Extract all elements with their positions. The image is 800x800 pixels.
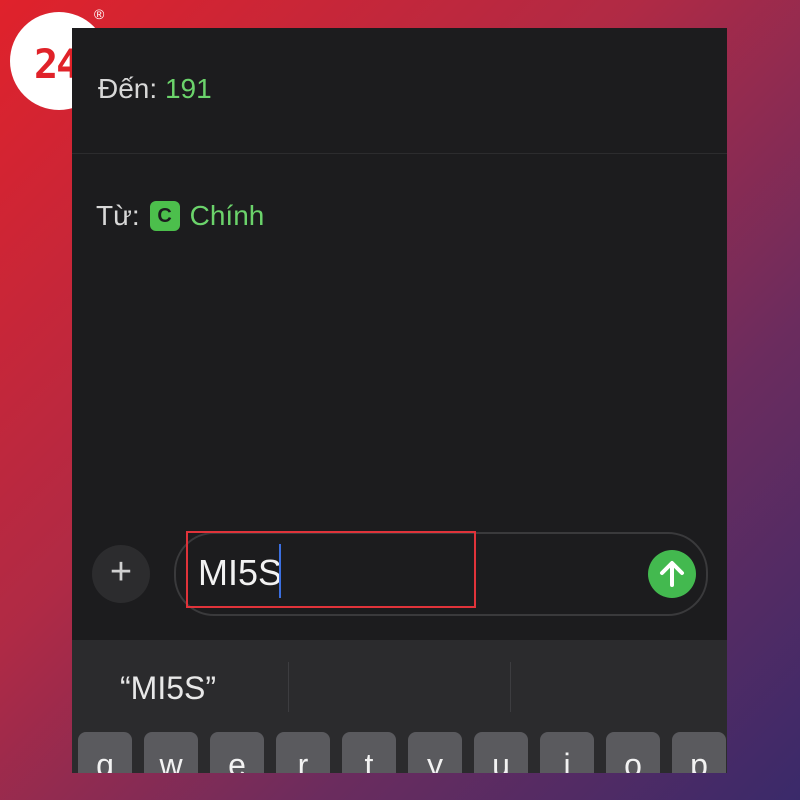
message-compose-screen: Đến: 191 Từ: C Chính + MI5S “MI5S” q w e…	[72, 28, 727, 773]
suggestion-divider	[510, 662, 511, 712]
divider	[72, 153, 727, 154]
key-w[interactable]: w	[144, 732, 198, 773]
recipient-row[interactable]: Đến: 191	[98, 73, 727, 105]
key-e[interactable]: e	[210, 732, 264, 773]
suggestion-item[interactable]: “MI5S”	[120, 670, 216, 707]
sender-row[interactable]: Từ: C Chính	[96, 200, 727, 232]
from-label: Từ:	[96, 200, 140, 231]
sim-badge-icon: C	[149, 201, 180, 231]
key-o[interactable]: o	[606, 732, 660, 773]
recipient-value: 191	[164, 73, 212, 104]
key-i[interactable]: i	[540, 732, 594, 773]
suggestion-bar: “MI5S”	[72, 640, 727, 732]
send-button[interactable]	[648, 550, 696, 598]
to-label: Đến:	[98, 73, 158, 104]
key-r[interactable]: r	[276, 732, 330, 773]
highlight-box	[186, 531, 476, 608]
key-t[interactable]: t	[342, 732, 396, 773]
registered-mark: ®	[94, 6, 105, 22]
add-attachment-button[interactable]: +	[92, 545, 150, 603]
keyboard: “MI5S” q w e r t y u i o p	[72, 640, 727, 773]
key-p[interactable]: p	[672, 732, 726, 773]
arrow-up-icon	[660, 561, 684, 587]
suggestion-divider	[288, 662, 289, 712]
sender-line-value: Chính	[189, 200, 265, 231]
key-u[interactable]: u	[474, 732, 528, 773]
key-y[interactable]: y	[408, 732, 462, 773]
key-q[interactable]: q	[78, 732, 132, 773]
